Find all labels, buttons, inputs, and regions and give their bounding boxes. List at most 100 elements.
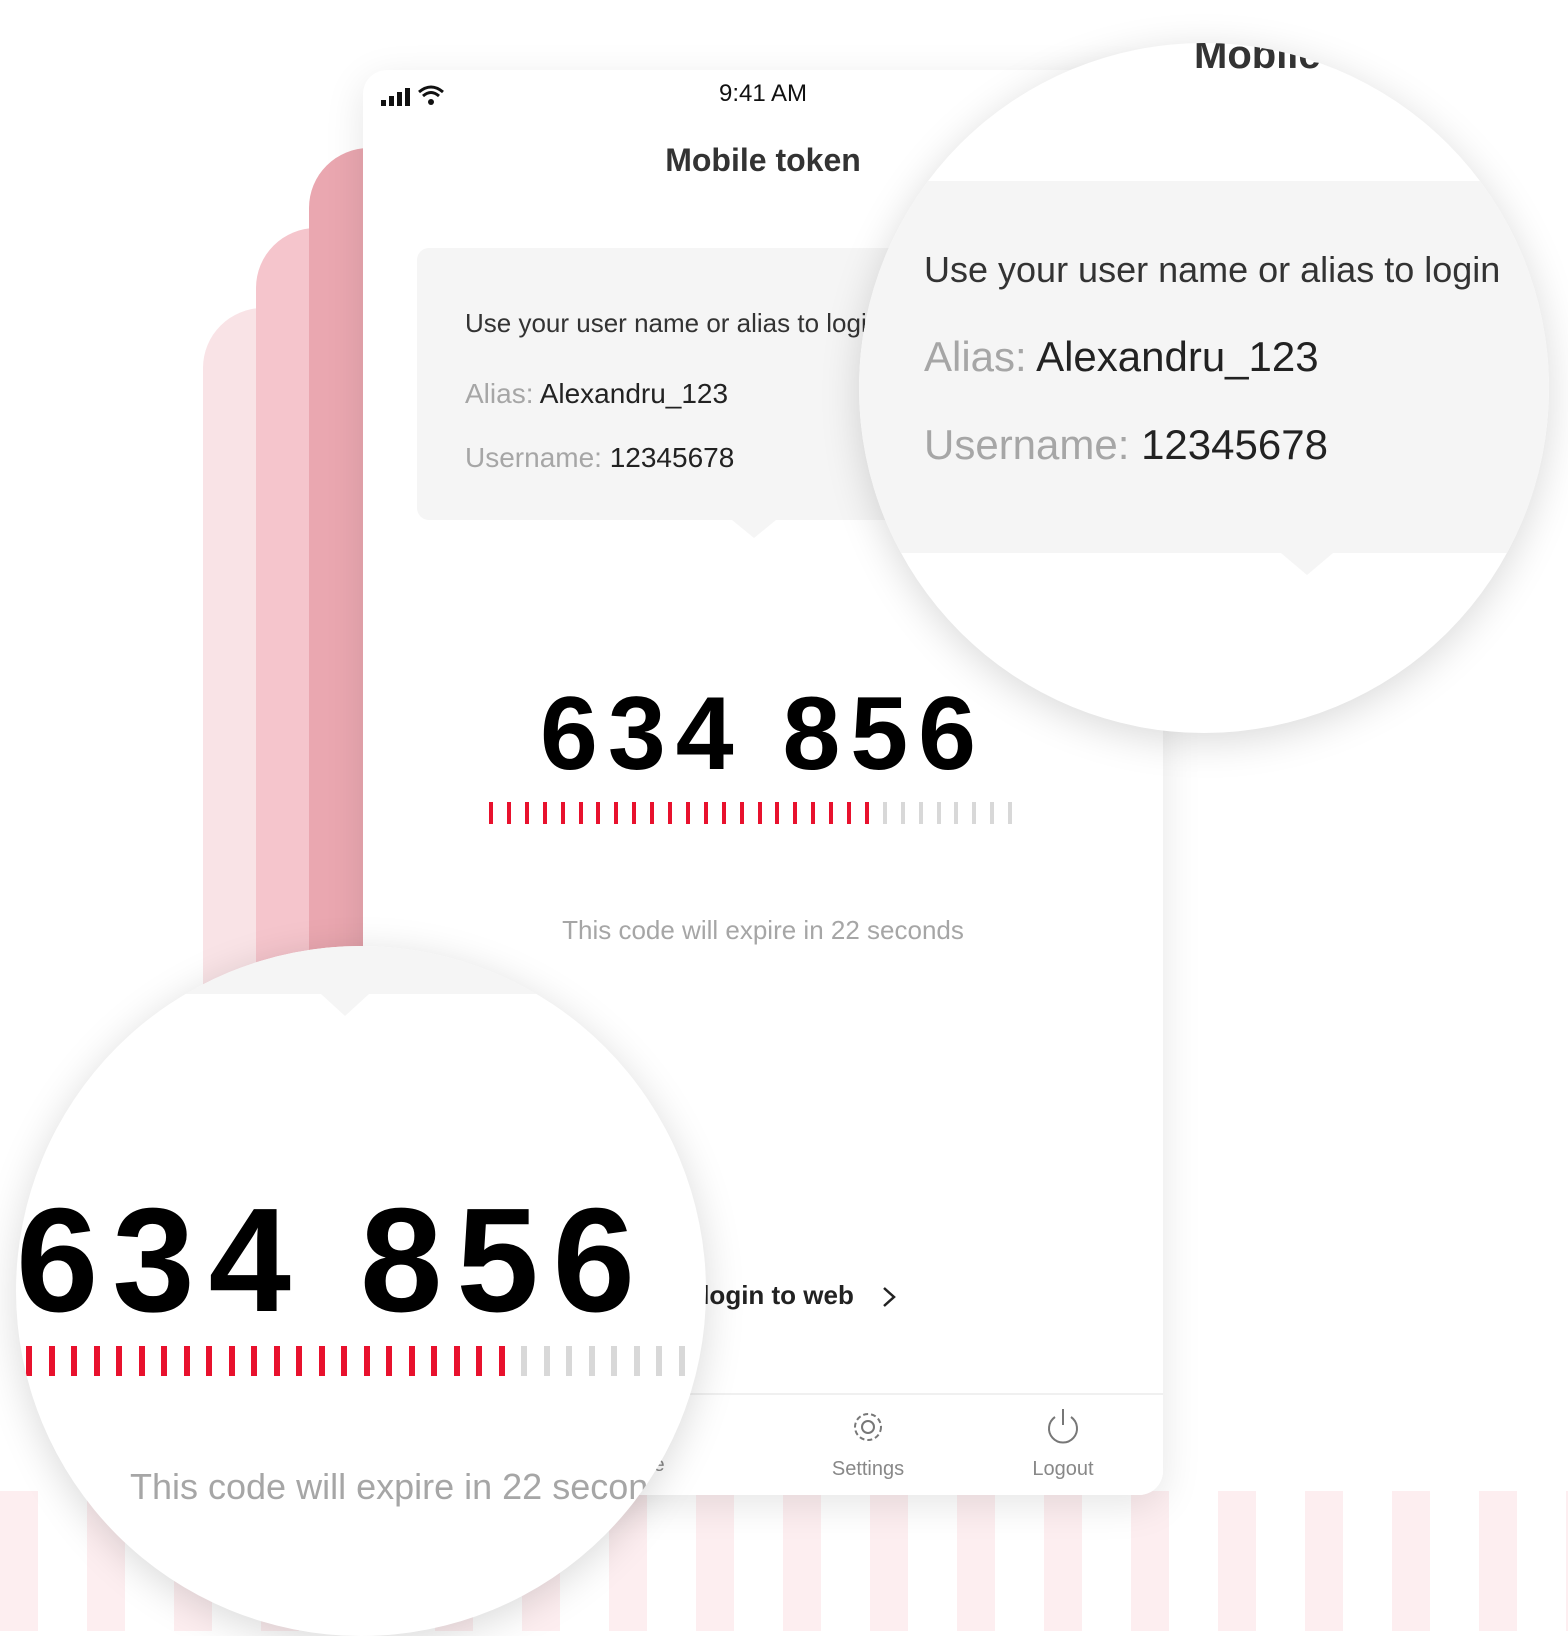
magnified-token-code: 634 856 [16,1178,649,1343]
alias-value: Alexandru_123 [539,378,729,409]
countdown-tick [206,1346,212,1376]
alias-row: Alias: Alexandru_123 [465,378,728,410]
background-stripe [957,1491,995,1631]
background-stripe [783,1491,821,1631]
countdown-tick [578,802,583,824]
magnified-username-label: Username: [924,421,1130,468]
countdown-tick [524,802,529,824]
countdown-tick [972,802,977,824]
countdown-tick [183,1346,190,1376]
countdown-tick [882,802,887,824]
countdown-tick [71,1346,77,1376]
countdown-tick [453,1346,460,1376]
countdown-tick [542,802,547,824]
background-stripe [0,1491,38,1631]
background-stripe [1392,1491,1430,1631]
magnified-card-pointer-bottom [321,994,369,1016]
countdown-tick [614,802,619,824]
countdown-tick [847,802,851,824]
countdown-tick [656,1346,662,1376]
login-hint: Use your user name or alias to login [465,308,882,338]
countdown-tick [498,1346,505,1376]
countdown-tick [93,1346,100,1376]
countdown-tick [678,1346,685,1376]
alias-label: Alias: [465,378,534,409]
magnified-alias-value: Alexandru_123 [1036,333,1319,380]
countdown-tick [521,1346,527,1376]
countdown-tick [900,802,905,824]
tab-logout[interactable]: Logout [963,1407,1163,1481]
countdown-tick [566,1346,572,1376]
countdown-tick [775,802,780,824]
countdown-tick [864,802,869,824]
countdown-tick [386,1346,392,1376]
countdown-tick [431,1346,437,1376]
countdown-tick [611,1346,617,1376]
countdown-tick [560,802,565,824]
countdown-tick [793,802,798,824]
magnified-alias-row: Alias: Alexandru_123 [924,333,1319,381]
countdown-tick [26,1346,32,1376]
countdown-tick [588,1346,595,1376]
countdown-tick [138,1346,145,1376]
magnified-title: Mobile [1194,43,1321,77]
background-stripe [1044,1491,1082,1631]
countdown-tick [829,802,834,824]
magnified-expire-text: This code will expire in 22 second [130,1466,669,1507]
username-label: Username: [465,442,602,473]
countdown-tick [633,1346,640,1376]
username-value: 12345678 [609,442,735,473]
expire-text: This code will expire in 22 seconds [562,915,964,945]
countdown-tick [318,1346,325,1376]
magnified-info-card: Use your user name or alias to login Ali… [859,181,1549,553]
countdown-tick [739,802,744,824]
countdown-tick [296,1346,302,1376]
background-stripe [1305,1491,1343,1631]
countdown-tick [408,1346,415,1376]
countdown-tick [990,802,995,824]
magnifier-login-info: Mobile Use your user name or alias to lo… [859,43,1549,733]
countdown-tick [48,1346,55,1376]
countdown-tick [116,1346,122,1376]
countdown-tick [936,802,941,824]
countdown-tick [161,1346,167,1376]
countdown-tick [489,802,493,824]
background-stripe [870,1491,908,1631]
magnified-username-value: 12345678 [1141,421,1328,468]
magnified-alias-label: Alias: [924,333,1027,380]
countdown-tick [757,802,762,824]
countdown-tick [341,1346,347,1376]
chevron-right-icon [883,1287,896,1308]
tab-logout-label: Logout [1032,1458,1094,1480]
countdown-tick [273,1346,280,1376]
background-stripe [1131,1491,1169,1631]
countdown-tick [543,1346,550,1376]
countdown-progress [489,802,1039,824]
magnified-username-row: Username: 12345678 [924,421,1328,469]
background-stripe [1218,1491,1256,1631]
countdown-tick [632,802,637,824]
tab-settings-label: Settings [831,1458,905,1480]
countdown-tick [1008,802,1013,824]
countdown-tick [596,802,601,824]
background-stripe [696,1491,734,1631]
countdown-tick [650,802,655,824]
countdown-tick [668,802,672,824]
countdown-tick [703,802,708,824]
card-pointer [732,520,776,538]
countdown-tick [251,1346,257,1376]
countdown-tick [685,802,690,824]
countdown-tick [811,802,816,824]
countdown-tick [228,1346,235,1376]
tab-settings[interactable]: Settings [768,1407,968,1481]
username-row: Username: 12345678 [465,442,734,474]
magnified-card-edge [16,946,706,994]
countdown-tick [954,802,959,824]
countdown-tick [918,802,923,824]
magnifier-token-code: 634 856 This code will expire in 22 seco… [16,946,706,1636]
gear-icon [854,1413,882,1441]
magnified-card-pointer [1281,553,1333,575]
background-stripe [1479,1491,1517,1631]
power-icon [1048,1409,1078,1444]
magnified-login-hint: Use your user name or alias to login [924,249,1501,290]
